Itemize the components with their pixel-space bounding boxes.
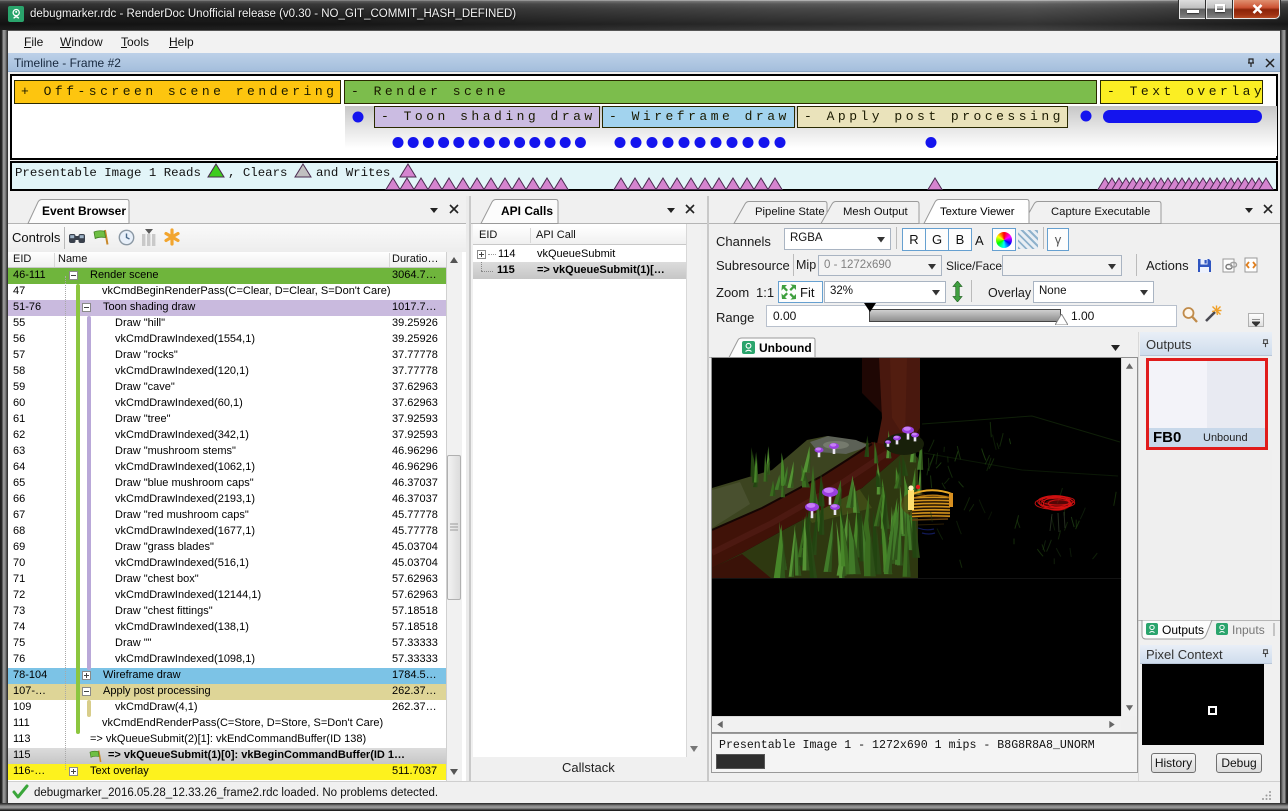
- svg-text:Capture Executable: Capture Executable: [1051, 206, 1150, 218]
- svg-text:Outputs: Outputs: [1162, 623, 1204, 637]
- svg-text:API Calls: API Calls: [501, 204, 553, 218]
- svg-text:Texture Viewer: Texture Viewer: [940, 206, 1015, 218]
- svg-text:Inputs: Inputs: [1232, 623, 1265, 637]
- svg-text:Pipeline State: Pipeline State: [755, 206, 825, 218]
- svg-text:Mesh Output: Mesh Output: [843, 206, 909, 218]
- svg-text:Unbound: Unbound: [759, 341, 812, 355]
- svg-text:Event Browser: Event Browser: [42, 204, 126, 218]
